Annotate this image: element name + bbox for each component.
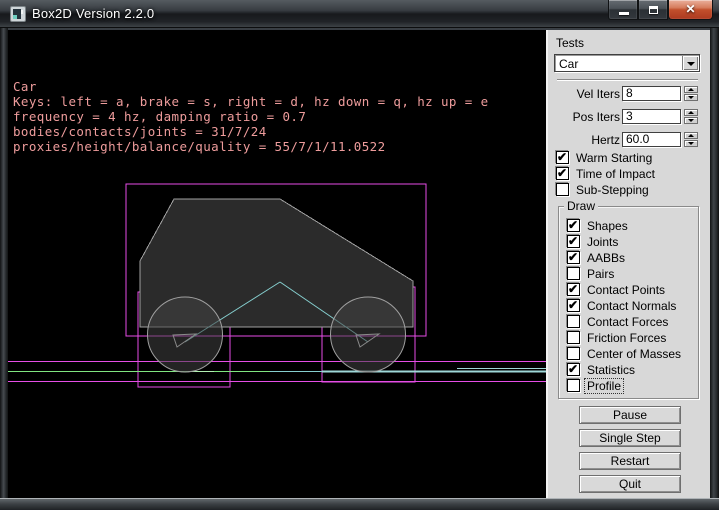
close-button[interactable]: ✕ [668, 0, 713, 20]
checkbox-row[interactable]: Pairs [567, 267, 683, 280]
debug-info-text: CarKeys: left = a, brake = s, right = d,… [13, 34, 489, 154]
checkbox-label: Warm Starting [574, 151, 654, 165]
close-icon: ✕ [669, 2, 712, 16]
caption-buttons: ✕ [608, 0, 713, 20]
spinner-label: Vel Iters [577, 87, 620, 101]
checkbox-row[interactable]: Contact Points [567, 283, 683, 296]
spinner-row: Hertz 60.0 [548, 132, 712, 147]
checkbox-label: Center of Masses [585, 347, 683, 361]
draw-groupbox: Draw Shapes Joints AABBs [558, 206, 699, 399]
checkbox-label: Profile [585, 379, 623, 393]
spinner-buttons [684, 132, 698, 147]
action-button[interactable]: Pause [579, 406, 681, 424]
checkbox-label: Contact Forces [585, 315, 670, 329]
spinner-buttons [684, 86, 698, 101]
spinner-input[interactable]: 3 [622, 109, 681, 124]
draw-group-label: Draw [564, 199, 598, 213]
spinner-down-button[interactable] [684, 117, 698, 124]
spinner-input[interactable]: 60.0 [622, 132, 681, 147]
spinner-row: Vel Iters 8 [548, 86, 712, 101]
spinner-up-button[interactable] [684, 109, 698, 116]
window-title: Box2D Version 2.2.0 [32, 6, 154, 21]
minimize-icon [619, 12, 629, 15]
checkbox-row[interactable]: Contact Forces [567, 315, 683, 328]
minimize-button[interactable] [608, 0, 638, 20]
tests-dropdown-value: Car [559, 57, 578, 71]
app-window: Box2D Version 2.2.0 ✕ [0, 0, 719, 510]
spinner-down-button[interactable] [684, 140, 698, 147]
app-icon-dot [21, 10, 23, 14]
checkbox-label: Friction Forces [585, 331, 668, 345]
title-bar[interactable]: Box2D Version 2.2.0 ✕ [0, 0, 719, 28]
info-line: frequency = 4 hz, damping ratio = 0.7 [13, 109, 489, 124]
checkbox[interactable] [567, 379, 580, 392]
checkbox-row[interactable]: Profile [567, 379, 683, 392]
spinner-row: Pos Iters 3 [548, 109, 712, 124]
checkbox[interactable] [567, 267, 580, 280]
app-icon-teal [13, 15, 17, 19]
checkbox[interactable] [567, 299, 580, 312]
info-line: proxies/height/balance/quality = 55/7/1/… [13, 139, 489, 154]
info-line: Keys: left = a, brake = s, right = d, hz… [13, 94, 489, 109]
checkbox-label: AABBs [585, 251, 627, 265]
checkbox-row[interactable]: Joints [567, 235, 683, 248]
spinner-label: Hertz [591, 133, 620, 147]
checkbox[interactable] [567, 235, 580, 248]
spinner-section: Vel Iters 8 Pos Iters 3 [548, 86, 712, 155]
checkbox[interactable] [556, 151, 569, 164]
checkbox[interactable] [567, 363, 580, 376]
checkbox-row[interactable]: AABBs [567, 251, 683, 264]
spinner-up-button[interactable] [684, 132, 698, 139]
maximize-icon [649, 6, 658, 14]
checkbox[interactable] [567, 283, 580, 296]
checkbox-label: Contact Normals [585, 299, 678, 313]
checkbox-label: Shapes [585, 219, 630, 233]
tests-label: Tests [556, 36, 584, 50]
checkbox-row[interactable]: Center of Masses [567, 347, 683, 360]
checkbox-label: Pairs [585, 267, 616, 281]
checkbox-row[interactable]: Sub-Stepping [556, 183, 657, 196]
maximize-button[interactable] [638, 0, 668, 20]
action-button[interactable]: Quit [579, 475, 681, 493]
checkbox[interactable] [556, 167, 569, 180]
simulation-canvas[interactable]: CarKeys: left = a, brake = s, right = d,… [8, 30, 546, 498]
action-buttons: Pause Single Step Restart Quit [579, 406, 681, 498]
checkbox-label: Contact Points [585, 283, 667, 297]
info-line: Car [13, 79, 489, 94]
checkbox[interactable] [567, 347, 580, 360]
checkbox-row[interactable]: Warm Starting [556, 151, 657, 164]
checkbox[interactable] [567, 331, 580, 344]
window-border-bottom [0, 498, 719, 510]
checkbox[interactable] [567, 251, 580, 264]
checkbox-label: Sub-Stepping [574, 183, 651, 197]
app-icon[interactable] [10, 6, 26, 22]
checkbox-label: Joints [585, 235, 620, 249]
checkbox[interactable] [567, 219, 580, 232]
spinner-down-button[interactable] [684, 94, 698, 101]
checkbox-row[interactable]: Friction Forces [567, 331, 683, 344]
checkbox[interactable] [567, 315, 580, 328]
solver-toggles: Warm Starting Time of Impact Sub-Steppin… [556, 151, 657, 199]
checkbox-row[interactable]: Statistics [567, 363, 683, 376]
action-button[interactable]: Restart [579, 452, 681, 470]
draw-toggles: Shapes Joints AABBs Pairs Co [567, 219, 683, 395]
chevron-down-icon [687, 62, 695, 66]
spinner-input[interactable]: 8 [622, 86, 681, 101]
checkbox[interactable] [556, 183, 569, 196]
info-line: bodies/contacts/joints = 31/7/24 [13, 124, 489, 139]
action-button[interactable]: Single Step [579, 429, 681, 447]
control-panel: Tests Car Vel Iters 8 Pos Iters [546, 30, 710, 498]
window-border-left [0, 28, 8, 498]
checkbox-row[interactable]: Contact Normals [567, 299, 683, 312]
checkbox-label: Time of Impact [574, 167, 657, 181]
checkbox-row[interactable]: Time of Impact [556, 167, 657, 180]
checkbox-row[interactable]: Shapes [567, 219, 683, 232]
tests-dropdown-button[interactable] [682, 56, 698, 70]
panel-separator [557, 79, 698, 81]
spinner-buttons [684, 109, 698, 124]
spinner-label: Pos Iters [573, 110, 620, 124]
checkbox-label: Statistics [585, 363, 637, 377]
tests-dropdown[interactable]: Car [554, 54, 700, 72]
spinner-up-button[interactable] [684, 86, 698, 93]
